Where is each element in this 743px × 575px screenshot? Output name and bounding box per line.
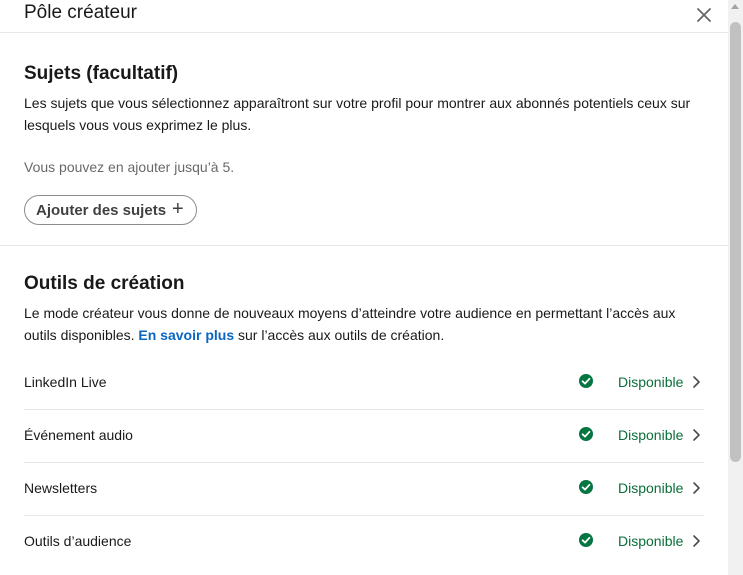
topics-heading: Sujets (facultatif) bbox=[24, 63, 179, 84]
check-circle-icon bbox=[579, 374, 593, 388]
tool-row-audio-event[interactable]: Événement audio Disponible bbox=[24, 410, 704, 463]
tool-row-linkedin-live[interactable]: LinkedIn Live Disponible bbox=[24, 357, 704, 410]
chevron-right-icon bbox=[693, 376, 700, 388]
check-circle-icon bbox=[579, 533, 593, 547]
tool-name: Newsletters bbox=[24, 480, 98, 496]
add-topics-label: Ajouter des sujets bbox=[36, 201, 167, 219]
tool-row-audience-tools[interactable]: Outils d’audience Disponible bbox=[24, 516, 704, 569]
tool-status: Disponible bbox=[618, 480, 684, 496]
scroll-up-arrow-icon[interactable] bbox=[731, 4, 739, 9]
tool-status: Disponible bbox=[618, 533, 684, 549]
tools-heading: Outils de création bbox=[24, 273, 185, 294]
topics-description: Les sujets que vous sélectionnez apparaî… bbox=[24, 95, 691, 133]
chevron-right-icon bbox=[693, 482, 700, 494]
tools-section: Outils de création Le mode créateur vous… bbox=[0, 247, 728, 575]
close-button[interactable] bbox=[692, 3, 716, 27]
add-topics-button[interactable]: Ajouter des sujets + bbox=[24, 195, 197, 225]
tool-name: Événement audio bbox=[24, 427, 133, 443]
tool-name: Outils d’audience bbox=[24, 533, 132, 549]
tools-description-tail: sur l’accès aux outils de création. bbox=[234, 326, 445, 343]
modal-title: Pôle créateur bbox=[24, 2, 138, 23]
tool-name: LinkedIn Live bbox=[24, 374, 107, 390]
topics-limit-note: Vous pouvez en ajouter jusqu’à 5. bbox=[24, 159, 235, 175]
tool-status: Disponible bbox=[618, 374, 684, 390]
topics-section: Sujets (facultatif) Les sujets que vous … bbox=[0, 34, 728, 246]
vertical-scrollbar[interactable] bbox=[728, 0, 743, 575]
scrollbar-thumb[interactable] bbox=[730, 22, 741, 462]
tool-status: Disponible bbox=[618, 427, 684, 443]
chevron-right-icon bbox=[693, 535, 700, 547]
creator-hub-modal: Pôle créateur Sujets (facultatif) Les su… bbox=[0, 0, 728, 575]
plus-icon: + bbox=[172, 198, 184, 220]
check-circle-icon bbox=[579, 427, 593, 441]
chevron-right-icon bbox=[693, 429, 700, 441]
learn-more-link[interactable]: En savoir plus bbox=[138, 327, 234, 343]
check-circle-icon bbox=[579, 480, 593, 494]
tool-row-newsletters[interactable]: Newsletters Disponible bbox=[24, 463, 704, 516]
close-icon bbox=[697, 8, 711, 22]
tools-description: Le mode créateur vous donne de nouveaux … bbox=[24, 303, 704, 346]
modal-header: Pôle créateur bbox=[0, 0, 728, 33]
